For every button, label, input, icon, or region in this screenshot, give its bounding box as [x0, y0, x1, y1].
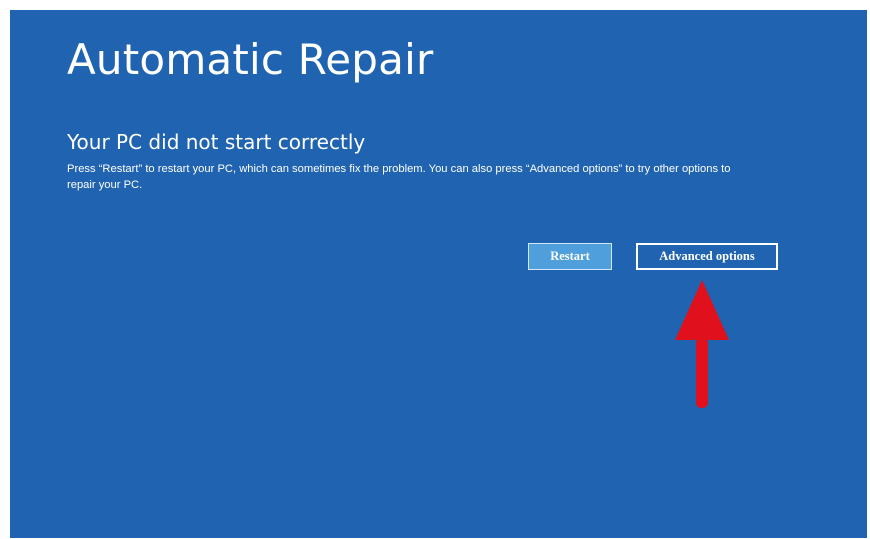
- repair-message: Press “Restart” to restart your PC, whic…: [67, 163, 731, 191]
- error-subtitle: Your PC did not start correctly: [67, 130, 366, 154]
- advanced-options-button[interactable]: Advanced options: [636, 243, 778, 270]
- page-title: Automatic Repair: [67, 35, 434, 84]
- restart-button[interactable]: Restart: [528, 243, 612, 270]
- red-arrow-up-icon: [675, 280, 729, 408]
- automatic-repair-screen: Automatic Repair Your PC did not start c…: [10, 10, 867, 538]
